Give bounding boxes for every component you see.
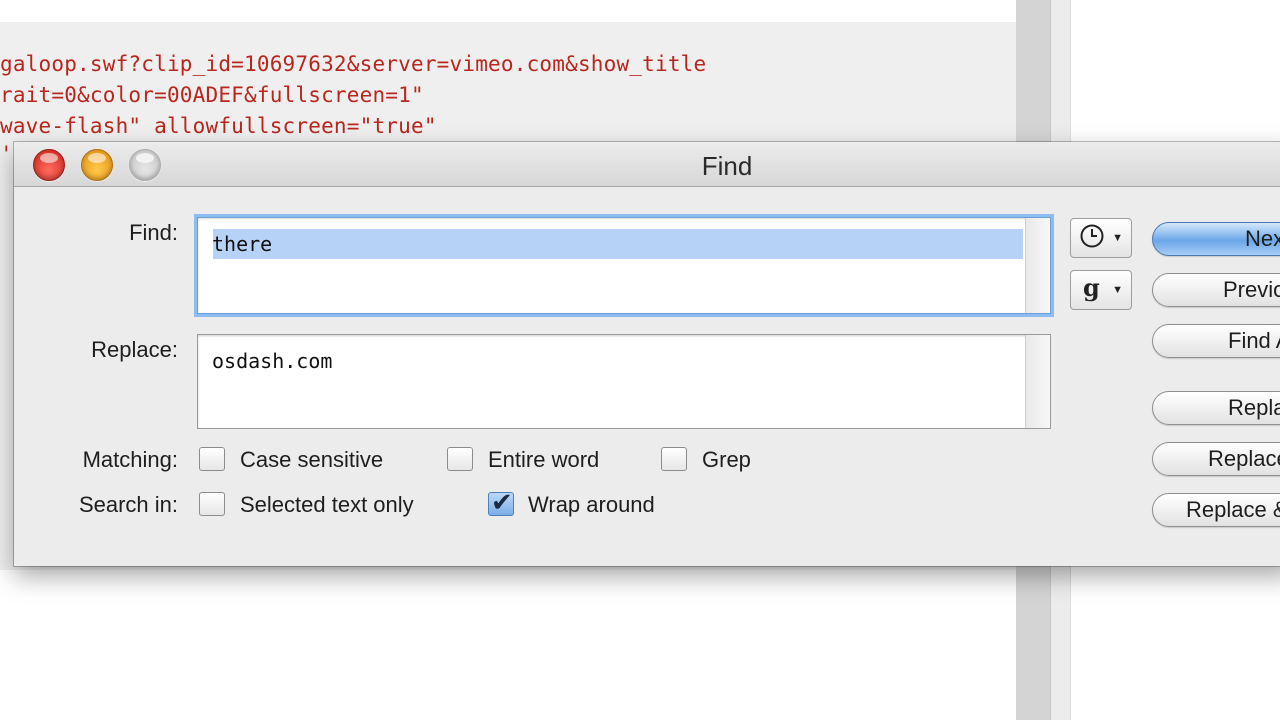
entire-word-label[interactable]: Entire word bbox=[488, 447, 599, 473]
replace-and-find-button-label: Replace & Find bbox=[1186, 497, 1280, 522]
replace-all-button[interactable]: Replace All bbox=[1152, 442, 1280, 476]
entire-word-checkbox[interactable] bbox=[447, 447, 473, 471]
wrap-around-label[interactable]: Wrap around bbox=[528, 492, 655, 518]
window-title: Find bbox=[701, 151, 753, 181]
replace-and-find-button[interactable]: Replace & Find bbox=[1152, 493, 1280, 527]
matching-label: Matching: bbox=[82, 447, 178, 472]
previous-button[interactable]: Previous bbox=[1152, 273, 1280, 307]
selected-text-only-label[interactable]: Selected text only bbox=[240, 492, 414, 518]
editor-top-area bbox=[0, 0, 1016, 22]
grep-patterns-popup[interactable]: g ▼ bbox=[1070, 270, 1132, 310]
selected-text-only-checkbox[interactable] bbox=[199, 492, 225, 516]
next-button[interactable]: Next bbox=[1152, 222, 1280, 256]
replace-all-button-label: Replace All bbox=[1208, 446, 1280, 471]
replace-button[interactable]: Replace bbox=[1152, 391, 1280, 425]
clock-icon bbox=[1079, 223, 1105, 256]
find-label: Find: bbox=[129, 220, 178, 245]
replace-field[interactable]: osdash.com bbox=[197, 334, 1051, 429]
find-history-popup[interactable]: ▼ bbox=[1070, 218, 1132, 258]
replace-label: Replace: bbox=[91, 337, 178, 362]
search-in-label: Search in: bbox=[78, 492, 178, 517]
chevron-down-icon: ▼ bbox=[1112, 284, 1123, 296]
chevron-down-icon: ▼ bbox=[1112, 232, 1123, 244]
find-field-scrollbar[interactable] bbox=[1025, 218, 1050, 313]
find-all-button-label: Find All bbox=[1228, 328, 1280, 353]
grep-checkbox[interactable] bbox=[661, 447, 687, 471]
case-sensitive-label[interactable]: Case sensitive bbox=[240, 447, 383, 473]
code-line-4: ' bbox=[0, 142, 13, 166]
find-window: Find Find: there Replace: osdash.com ▼ g… bbox=[14, 142, 1280, 566]
case-sensitive-checkbox[interactable] bbox=[199, 447, 225, 471]
title-bar[interactable]: Find bbox=[14, 142, 1280, 187]
find-all-button[interactable]: Find All bbox=[1152, 324, 1280, 358]
editor-lower-area bbox=[0, 570, 1016, 720]
text-selection bbox=[213, 229, 1023, 259]
next-button-label: Next bbox=[1245, 226, 1280, 251]
grep-label[interactable]: Grep bbox=[702, 447, 751, 473]
find-field[interactable]: there bbox=[197, 217, 1051, 314]
wrap-around-checkbox[interactable]: ✔ bbox=[488, 487, 514, 517]
find-field-value: there bbox=[212, 232, 273, 256]
g-icon: g bbox=[1083, 273, 1100, 302]
previous-button-label: Previous bbox=[1223, 277, 1280, 302]
code-line-3: wave-flash" allowfullscreen="true" bbox=[0, 114, 437, 138]
replace-field-scrollbar[interactable] bbox=[1025, 335, 1050, 428]
code-line-1: galoop.swf?clip_id=10697632&server=vimeo… bbox=[0, 52, 707, 76]
checkmark-icon: ✔ bbox=[491, 487, 513, 517]
replace-button-label: Replace bbox=[1228, 395, 1280, 420]
replace-field-value: osdash.com bbox=[212, 349, 333, 373]
code-line-2: rait=0&color=00ADEF&fullscreen=1" bbox=[0, 83, 424, 107]
